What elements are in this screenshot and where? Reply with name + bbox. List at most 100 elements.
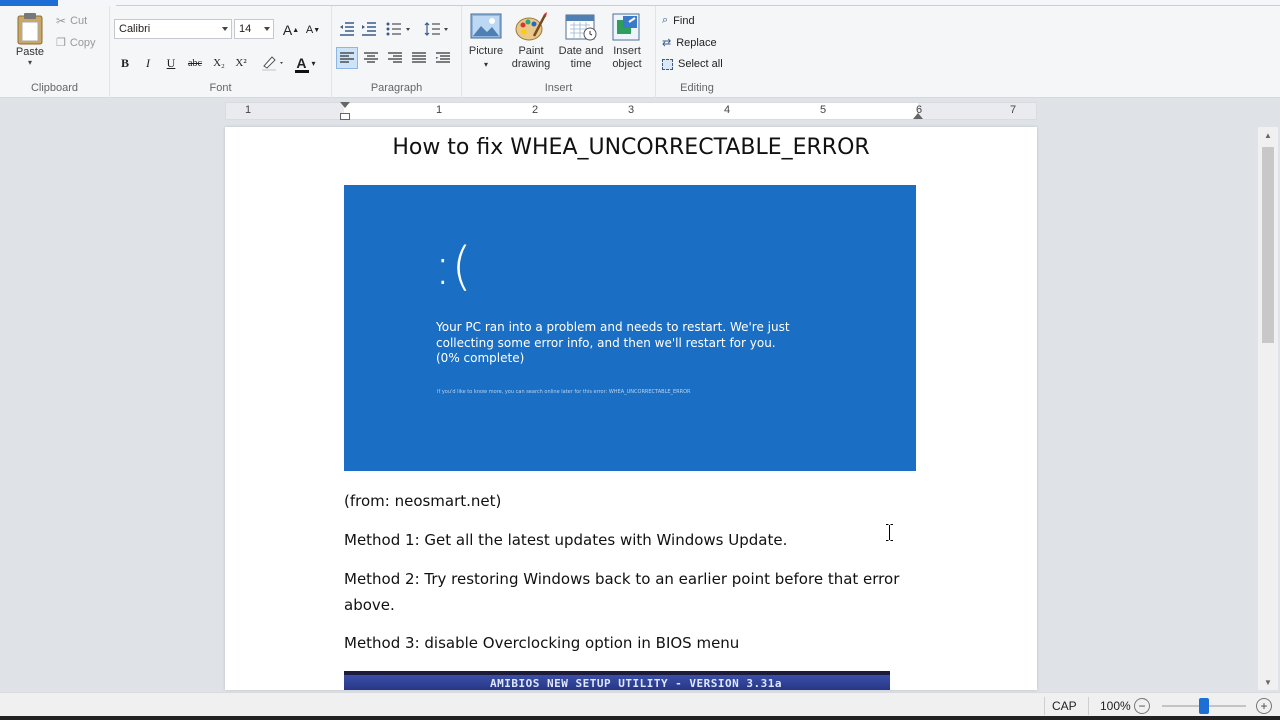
document-page[interactable]: How to fix WHEA_UNCORRECTABLE_ERROR :( Y… <box>225 127 1037 690</box>
shrink-font-icon: A <box>305 24 314 36</box>
paste-button[interactable]: Paste ▾ <box>10 12 50 78</box>
font-family-select[interactable]: Calibri <box>114 19 232 39</box>
find-button[interactable]: ⌕ Find <box>662 14 695 27</box>
bios-screenshot-image[interactable]: AMIBIOS NEW SETUP UTILITY - VERSION 3.31… <box>344 671 890 690</box>
find-label: Find <box>673 14 695 27</box>
ruler-number: 3 <box>627 104 635 116</box>
align-right-button[interactable] <box>384 47 406 69</box>
paragraph-dialog-button[interactable] <box>432 47 454 69</box>
decrease-indent-button[interactable] <box>336 18 358 40</box>
replace-button[interactable]: ⇄ Replace <box>662 36 717 50</box>
align-center-icon <box>364 52 378 63</box>
insert-picture-button[interactable]: Picture ▾ <box>462 12 510 71</box>
cut-button[interactable]: ✂ Cut <box>56 14 87 28</box>
horizontal-ruler[interactable]: 1 1 2 3 4 5 6 7 <box>225 102 1037 120</box>
zoom-level: 100% <box>1100 699 1131 713</box>
justify-button[interactable] <box>408 47 430 69</box>
align-center-button[interactable] <box>360 47 382 69</box>
scrollbar-thumb[interactable] <box>1262 147 1274 343</box>
bold-label: B <box>120 55 129 70</box>
subscript-label: X₂ <box>213 57 225 69</box>
status-separator <box>1044 697 1045 715</box>
font-color-button[interactable]: A ▾ <box>290 52 322 74</box>
increase-indent-button[interactable] <box>358 18 380 40</box>
zoom-out-button[interactable]: − <box>1134 698 1150 714</box>
date-time-label-2: time <box>570 58 592 70</box>
paragraph-group-label: Paragraph <box>370 82 423 94</box>
align-left-button[interactable] <box>336 47 358 69</box>
superscript-button[interactable]: X² <box>230 52 252 74</box>
bsod-stop-code: If you'd like to know more, you can sear… <box>437 389 691 395</box>
ruler-number: 4 <box>723 104 731 116</box>
grow-font-button[interactable]: A ▲ <box>280 19 302 41</box>
select-all-button[interactable]: Select all <box>662 58 723 70</box>
highlighter-icon <box>262 56 283 71</box>
font-color-icon: A <box>295 55 310 73</box>
bold-button[interactable]: B <box>114 52 136 74</box>
bullet-list-icon <box>386 22 410 36</box>
paint-drawing-label-1: Paint <box>518 45 544 57</box>
zoom-slider-thumb[interactable] <box>1199 698 1209 714</box>
bullets-button[interactable] <box>384 18 414 40</box>
document-heading: How to fix WHEA_UNCORRECTABLE_ERROR <box>392 135 870 160</box>
italic-label: I <box>146 55 150 70</box>
ruler-number: 7 <box>1009 104 1017 116</box>
copy-label: Copy <box>69 36 96 49</box>
ruler-right-margin <box>918 103 1036 119</box>
font-group: Calibri 14 A ▲ A ▼ B I U abc X₂ X² A ▾ F… <box>110 6 332 98</box>
binoculars-icon: ⌕ <box>662 14 669 26</box>
scroll-down-icon[interactable]: ▼ <box>1258 674 1278 690</box>
chevron-down-icon <box>264 27 270 31</box>
first-line-indent-marker[interactable] <box>340 102 350 108</box>
right-indent-marker[interactable] <box>913 113 923 119</box>
paste-dropdown-icon[interactable]: ▾ <box>10 58 50 67</box>
vertical-scrollbar[interactable]: ▲ ▼ <box>1258 127 1278 690</box>
insert-object-button[interactable]: Insert object <box>604 12 650 71</box>
bios-title-text: AMIBIOS NEW SETUP UTILITY - VERSION 3.31… <box>490 677 783 690</box>
strikethrough-button[interactable]: abc <box>184 52 206 74</box>
zoom-in-button[interactable]: + <box>1256 698 1272 714</box>
insert-object-label-1: Insert <box>613 45 641 57</box>
paragraph-group: Paragraph <box>332 6 462 98</box>
subscript-button[interactable]: X₂ <box>208 52 230 74</box>
bsod-image[interactable]: :( Your PC ran into a problem and needs … <box>344 185 916 471</box>
left-indent-marker[interactable] <box>340 113 350 120</box>
zoom-out-icon: − <box>1138 699 1146 713</box>
align-left-icon <box>340 52 354 63</box>
bsod-message: Your PC ran into a problem and needs to … <box>436 320 790 365</box>
clipboard-group: Paste ▾ ✂ Cut ❐ Copy Clipboard <box>0 6 110 98</box>
paragraph-settings-icon <box>436 52 450 63</box>
line-spacing-button[interactable] <box>422 18 452 40</box>
method-2-paragraph: Method 2: Try restoring Windows back to … <box>344 570 900 614</box>
replace-label: Replace <box>676 36 717 49</box>
font-group-label: Font <box>209 82 232 94</box>
chevron-down-icon: ▾ <box>483 60 488 69</box>
select-all-label: Select all <box>678 58 723 70</box>
date-time-label-1: Date and <box>558 45 604 57</box>
sad-face-text: :( <box>434 237 472 297</box>
status-separator <box>1088 697 1089 715</box>
line-spacing-icon <box>424 22 448 36</box>
chevron-down-icon: ▾ <box>311 58 316 68</box>
chevron-down-icon <box>222 27 228 31</box>
paint-palette-icon <box>515 12 547 41</box>
editing-group: ⌕ Find ⇄ Replace Select all Editing <box>656 6 738 98</box>
paint-drawing-button[interactable]: Paint drawing <box>507 12 555 71</box>
superscript-label: X² <box>235 57 247 69</box>
picture-label: Picture <box>468 45 504 57</box>
clipboard-group-label: Clipboard <box>30 82 79 94</box>
method-1-paragraph: Method 1: Get all the latest updates wit… <box>344 531 788 549</box>
date-time-button[interactable]: Date and time <box>556 12 606 71</box>
copy-button[interactable]: ❐ Copy <box>56 36 96 50</box>
shrink-font-button[interactable]: A ▼ <box>302 19 324 41</box>
highlight-color-button[interactable] <box>258 52 288 74</box>
insert-object-icon <box>612 13 640 41</box>
italic-button[interactable]: I <box>137 52 159 74</box>
font-size-select[interactable]: 14 <box>234 19 274 39</box>
ruler-number: 1 <box>244 104 252 116</box>
strikethrough-label: abc <box>188 57 202 69</box>
ruler-number: 2 <box>531 104 539 116</box>
scroll-up-icon[interactable]: ▲ <box>1258 127 1278 143</box>
ribbon: Paste ▾ ✂ Cut ❐ Copy Clipboard Calibri 1… <box>0 6 1280 98</box>
underline-button[interactable]: U <box>160 52 182 74</box>
